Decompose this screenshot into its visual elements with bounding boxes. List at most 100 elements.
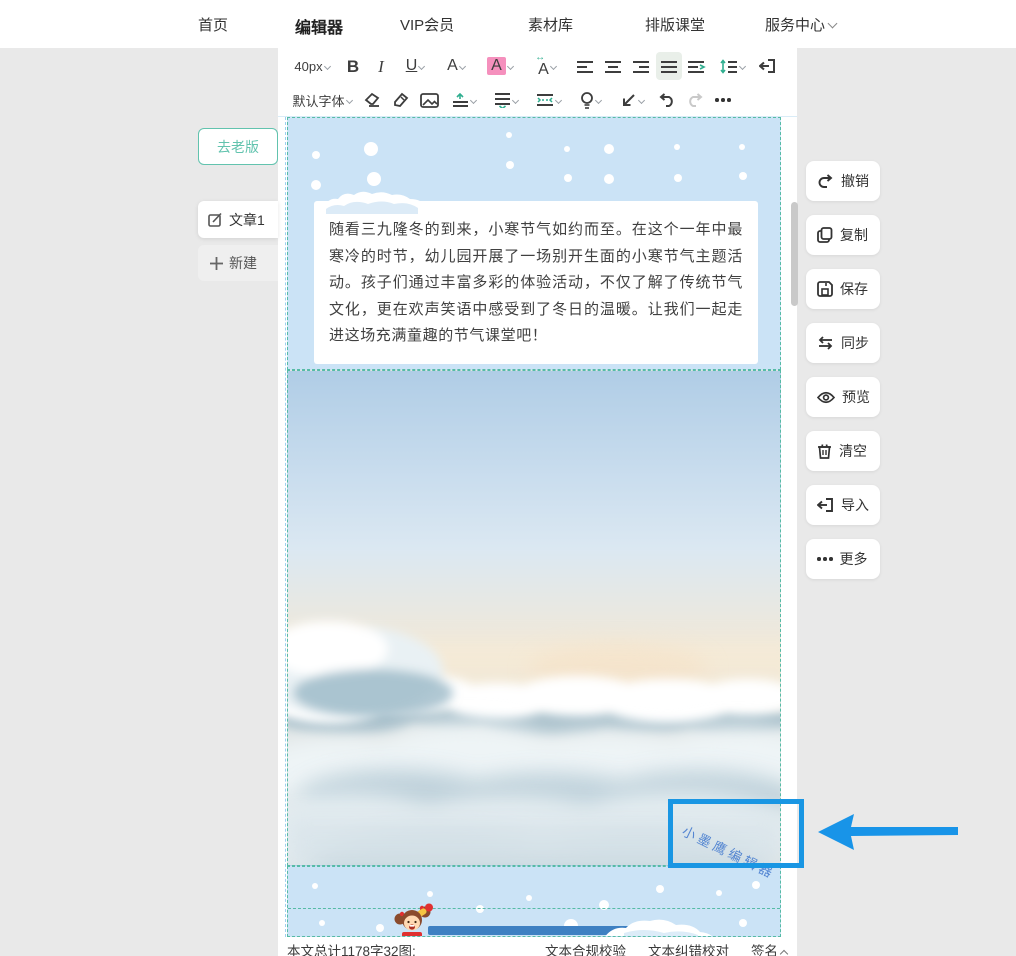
chevron-down-icon <box>458 62 466 70</box>
sync-action-button[interactable]: 同步 <box>806 323 880 363</box>
nav-service-center[interactable]: 服务中心 <box>765 14 838 35</box>
line-height-icon <box>719 58 737 74</box>
ai-suggest-button[interactable] <box>570 86 610 114</box>
font-family-select[interactable]: 默认字体 <box>286 86 358 114</box>
font-color-icon: A <box>447 57 458 74</box>
action-label: 导入 <box>841 497 869 513</box>
signature-toggle[interactable]: 签名 <box>751 940 789 956</box>
chevron-up-icon <box>779 949 789 956</box>
nav-editor[interactable]: 编辑器 <box>295 14 343 38</box>
action-label: 更多 <box>839 551 868 567</box>
font-family-value: 默认字体 <box>292 93 345 109</box>
action-label: 保存 <box>840 281 868 297</box>
chevron-down-icon <box>549 62 557 70</box>
insert-position-button[interactable] <box>612 86 652 114</box>
nav-materials[interactable]: 素材库 <box>528 14 573 35</box>
action-label: 撤销 <box>841 173 869 189</box>
word-spacing-button[interactable] <box>528 86 568 114</box>
toolbar-row-2: 默认字体 <box>278 83 797 117</box>
image-icon <box>419 92 439 108</box>
word-count-summary: 本文总计1178字32图; <box>287 944 416 956</box>
undo-button[interactable] <box>654 86 680 114</box>
article-tab[interactable]: 文章1 <box>198 201 278 238</box>
letter-spacing-icon: ↔ A <box>535 51 549 78</box>
align-right-icon <box>633 61 649 73</box>
align-right-button[interactable] <box>628 52 654 80</box>
redo-icon <box>689 92 703 107</box>
cloud-sea-illustration <box>288 621 780 865</box>
toolbar-more-button[interactable] <box>710 86 736 114</box>
undo-action-button[interactable]: 撤销 <box>806 161 880 201</box>
eraser-icon <box>364 92 380 107</box>
toolbar-row-1: 40px B I U A A ↔ A <box>278 49 797 83</box>
top-navigation: 首页 编辑器 VIP会员 素材库 排版课堂 服务中心 <box>0 0 1016 48</box>
action-label: 预览 <box>842 389 870 405</box>
insert-to-editor-button[interactable] <box>754 52 780 80</box>
nav-typesetting-class[interactable]: 排版课堂 <box>645 14 705 35</box>
article-image-clouds[interactable] <box>287 370 781 866</box>
nav-vip[interactable]: VIP会员 <box>400 14 454 35</box>
more-icon <box>715 98 731 102</box>
insert-arrow-icon <box>758 59 775 73</box>
more-action-button[interactable]: 更多 <box>806 539 880 579</box>
highlight-color-button[interactable]: A <box>478 52 522 80</box>
format-painter-button[interactable] <box>388 86 414 114</box>
chevron-down-icon <box>418 62 426 70</box>
chevron-down-icon <box>827 18 838 29</box>
cartoon-girl-illustration <box>394 903 433 936</box>
undo-icon <box>659 92 673 107</box>
align-justify-icon <box>661 61 677 73</box>
lightbulb-icon <box>580 91 593 109</box>
indent-icon <box>688 61 706 73</box>
clear-action-button[interactable]: 清空 <box>806 431 880 471</box>
format-toolbar: 40px B I U A A ↔ A 默认字体 <box>278 48 797 117</box>
indent-button[interactable] <box>684 52 710 80</box>
line-spacing-button[interactable] <box>486 86 526 114</box>
plus-icon <box>210 256 223 270</box>
save-action-button[interactable]: 保存 <box>806 269 880 309</box>
chevron-down-icon <box>511 96 520 104</box>
preview-action-button[interactable]: 预览 <box>806 377 880 417</box>
proofread-check-link[interactable]: 文本纠错校对 <box>648 940 729 956</box>
highlight-color-icon: A <box>487 57 506 75</box>
arrow-down-left-icon <box>622 93 635 106</box>
line-height-button[interactable] <box>712 52 752 80</box>
chevron-down-icon <box>554 96 562 104</box>
align-justify-button[interactable] <box>656 52 682 80</box>
chevron-down-icon <box>738 62 746 70</box>
import-action-button[interactable]: 导入 <box>806 485 880 525</box>
font-color-button[interactable]: A <box>436 52 476 80</box>
underline-button[interactable]: U <box>396 52 434 80</box>
letter-spacing-button[interactable]: ↔ A <box>524 52 570 80</box>
margin-top-icon <box>453 92 468 107</box>
copy-action-button[interactable]: 复制 <box>806 215 880 255</box>
article-text-card[interactable]: 随看三九隆冬的到来，小寒节气如约而至。在这个一年中最寒冷的时节，幼儿园开展了一场… <box>314 191 758 364</box>
new-article-button[interactable]: 新建 <box>198 245 278 281</box>
nav-home[interactable]: 首页 <box>198 14 228 35</box>
align-center-button[interactable] <box>600 52 626 80</box>
go-old-version-button[interactable]: 去老版 <box>198 128 278 165</box>
margin-top-button[interactable] <box>444 86 484 114</box>
article-tab-label: 文章1 <box>229 211 265 228</box>
article-section-footer[interactable] <box>287 866 781 937</box>
compliance-check-link[interactable]: 文本合规校验 <box>545 940 626 956</box>
article-section-header[interactable]: 随看三九隆冬的到来，小寒节气如约而至。在这个一年中最寒冷的时节，幼儿园开展了一场… <box>287 117 781 370</box>
eye-icon <box>817 391 835 403</box>
bold-button[interactable]: B <box>340 52 366 80</box>
italic-button[interactable]: I <box>368 52 394 80</box>
align-left-icon <box>577 61 593 73</box>
canvas-scrollbar[interactable] <box>791 202 798 306</box>
word-spacing-icon <box>536 94 553 106</box>
redo-button[interactable] <box>682 86 708 114</box>
clear-format-button[interactable] <box>360 86 386 114</box>
insert-image-button[interactable] <box>416 86 442 114</box>
article-paragraph[interactable]: 随看三九隆冬的到来，小寒节气如约而至。在这个一年中最寒冷的时节，幼儿园开展了一场… <box>329 217 743 350</box>
editor-app: 首页 编辑器 VIP会员 素材库 排版课堂 服务中心 40px B I U A … <box>0 0 1016 956</box>
align-left-button[interactable] <box>572 52 598 80</box>
import-icon <box>817 498 833 512</box>
font-size-select[interactable]: 40px <box>286 52 338 80</box>
font-size-value: 40px <box>294 58 323 74</box>
chevron-down-icon <box>594 96 602 104</box>
action-label: 同步 <box>841 335 869 351</box>
align-center-icon <box>605 61 621 73</box>
